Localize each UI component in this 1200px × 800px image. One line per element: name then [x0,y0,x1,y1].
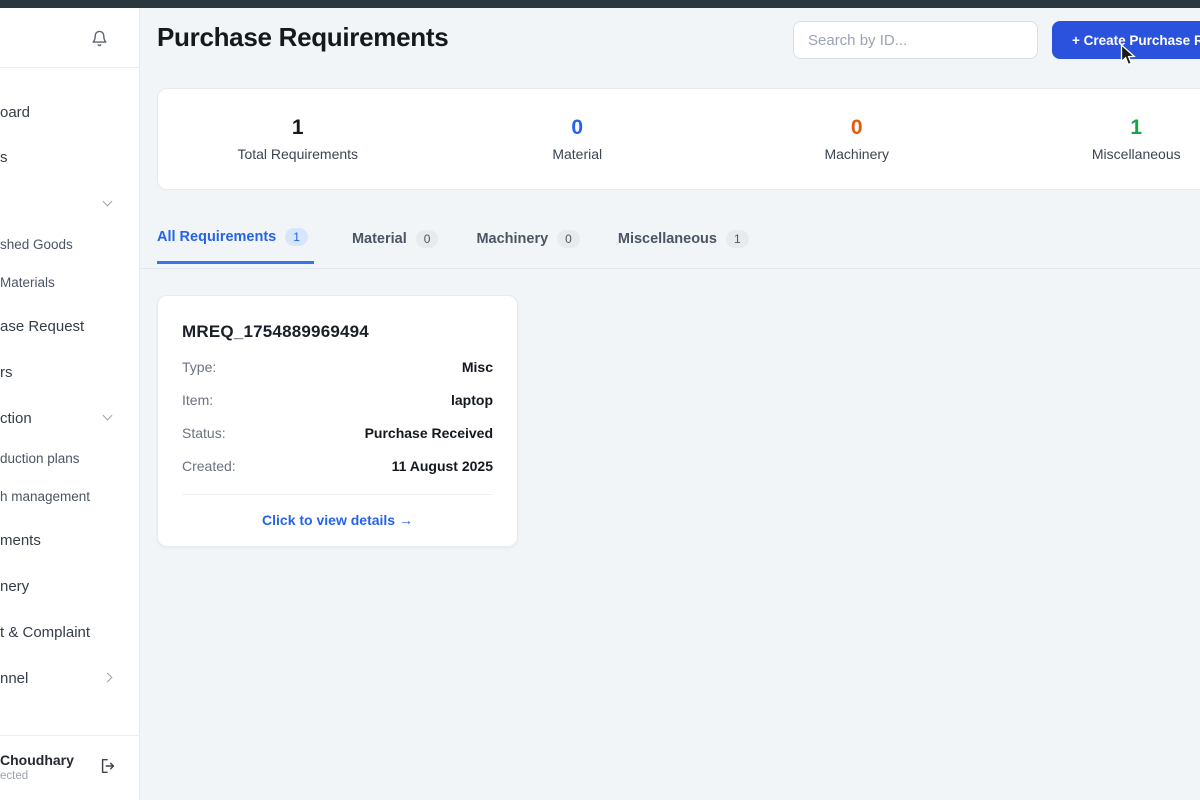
sidebar-item-personnel[interactable]: nnel [0,668,139,688]
tab-count-badge: 0 [415,229,439,248]
tab-all-requirements[interactable]: All Requirements 1 [157,228,314,264]
sidebar-item-finished-goods[interactable]: shed Goods [0,234,139,254]
sidebar-item-sales[interactable]: s [0,147,139,167]
stat-label: Material [552,145,603,162]
stats-panel: 1 Total Requirements 0 Material 0 Machin… [157,88,1200,190]
sidebar-item-label: nery [0,577,30,595]
sidebar-header [0,8,139,68]
field-label: Type: [182,359,217,375]
view-details-link[interactable]: Click to view details → [182,512,493,528]
stat-total-requirements: 1 Total Requirements [158,116,438,161]
sidebar-item-vendors[interactable]: rs [0,362,139,382]
sidebar-item-batch-management[interactable]: h management [0,486,139,506]
requirement-field-type: Type: Misc [182,359,493,375]
sidebar-user-section: Choudhary ected [0,735,139,799]
stat-value: 0 [850,116,863,140]
chevron-down-icon [102,410,113,421]
requirement-field-item: Item: laptop [182,392,493,408]
field-value: Misc [461,359,493,375]
sidebar-item-label: ction [0,409,32,427]
stat-value: 1 [291,116,304,140]
requirement-card[interactable]: MREQ_1754889969494 Type: Misc Item: lapt… [157,295,518,547]
stat-material: 0 Material [438,116,718,161]
sidebar-item-inventory-toggle[interactable] [0,194,139,214]
sidebar-item-dashboard[interactable]: oard [0,102,139,122]
requirement-field-created: Created: 11 August 2025 [182,458,493,474]
card-divider [182,494,493,495]
sidebar-item-production-plans[interactable]: duction plans [0,448,139,468]
field-value: laptop [451,392,493,408]
sidebar-item-label: t & Complaint [0,623,91,641]
field-label: Created: [182,458,236,474]
sidebar-item-label: h management [0,488,91,504]
tab-count-badge: 1 [285,228,308,246]
stat-value: 1 [1130,116,1143,140]
sidebar-item-requirements[interactable]: ments [0,530,139,550]
tab-label: Machinery [476,230,549,247]
sidebar-item-support-complaint[interactable]: t & Complaint [0,622,139,642]
chevron-down-icon [102,196,113,207]
notification-bell-icon[interactable] [91,30,108,47]
page-title: Purchase Requirements [157,22,449,52]
sidebar-item-machinery[interactable]: nery [0,576,139,596]
field-value: Purchase Received [364,425,493,441]
tab-miscellaneous[interactable]: Miscellaneous 1 [618,228,749,264]
tab-machinery[interactable]: Machinery 0 [476,228,580,264]
stat-label: Miscellaneous [1091,145,1181,162]
stat-label: Total Requirements [237,145,359,162]
user-connection-status: ected [0,770,29,782]
search-input[interactable] [793,21,1038,59]
stat-miscellaneous: 1 Miscellaneous [997,116,1200,161]
tab-label: Material [351,230,407,247]
sidebar-item-purchase-request[interactable]: ase Request [0,316,139,336]
tab-label: Miscellaneous [617,230,717,247]
sidebar-item-label: duction plans [0,450,80,466]
sidebar-item-production[interactable]: ction [0,408,139,428]
field-label: Item: [182,392,214,408]
stat-label: Machinery [824,145,890,162]
sidebar-item-label: ments [0,531,41,549]
chevron-right-icon [102,672,113,683]
sidebar-item-label: shed Goods [0,236,73,252]
stat-value: 0 [571,116,584,140]
logout-icon[interactable] [99,757,117,775]
requirement-id: MREQ_1754889969494 [182,322,369,341]
sidebar-item-label: Materials [0,274,55,290]
stat-machinery: 0 Machinery [717,116,997,161]
sidebar: oard s shed Goods Materials ase Request … [0,8,140,800]
sidebar-item-label: nnel [0,669,29,687]
sidebar-item-raw-materials[interactable]: Materials [0,272,139,292]
field-value: 11 August 2025 [391,458,493,474]
tab-label: All Requirements [157,229,277,245]
tabs: All Requirements 1 Material 0 Machinery … [157,228,749,264]
field-label: Status: [182,425,226,441]
window-top-strip [0,0,1200,8]
sidebar-item-label: ase Request [0,317,85,335]
tab-count-badge: 1 [725,229,749,248]
user-name: Choudhary [0,752,74,768]
requirement-field-status: Status: Purchase Received [182,425,493,441]
sidebar-item-label: rs [0,363,13,381]
sidebar-item-label: s [0,148,8,166]
tab-count-badge: 0 [557,229,580,248]
sidebar-item-label: oard [0,103,31,121]
tabs-divider [140,268,1200,269]
create-purchase-requirement-button[interactable]: + Create Purchase R [1052,21,1200,59]
tab-material[interactable]: Material 0 [352,228,439,264]
